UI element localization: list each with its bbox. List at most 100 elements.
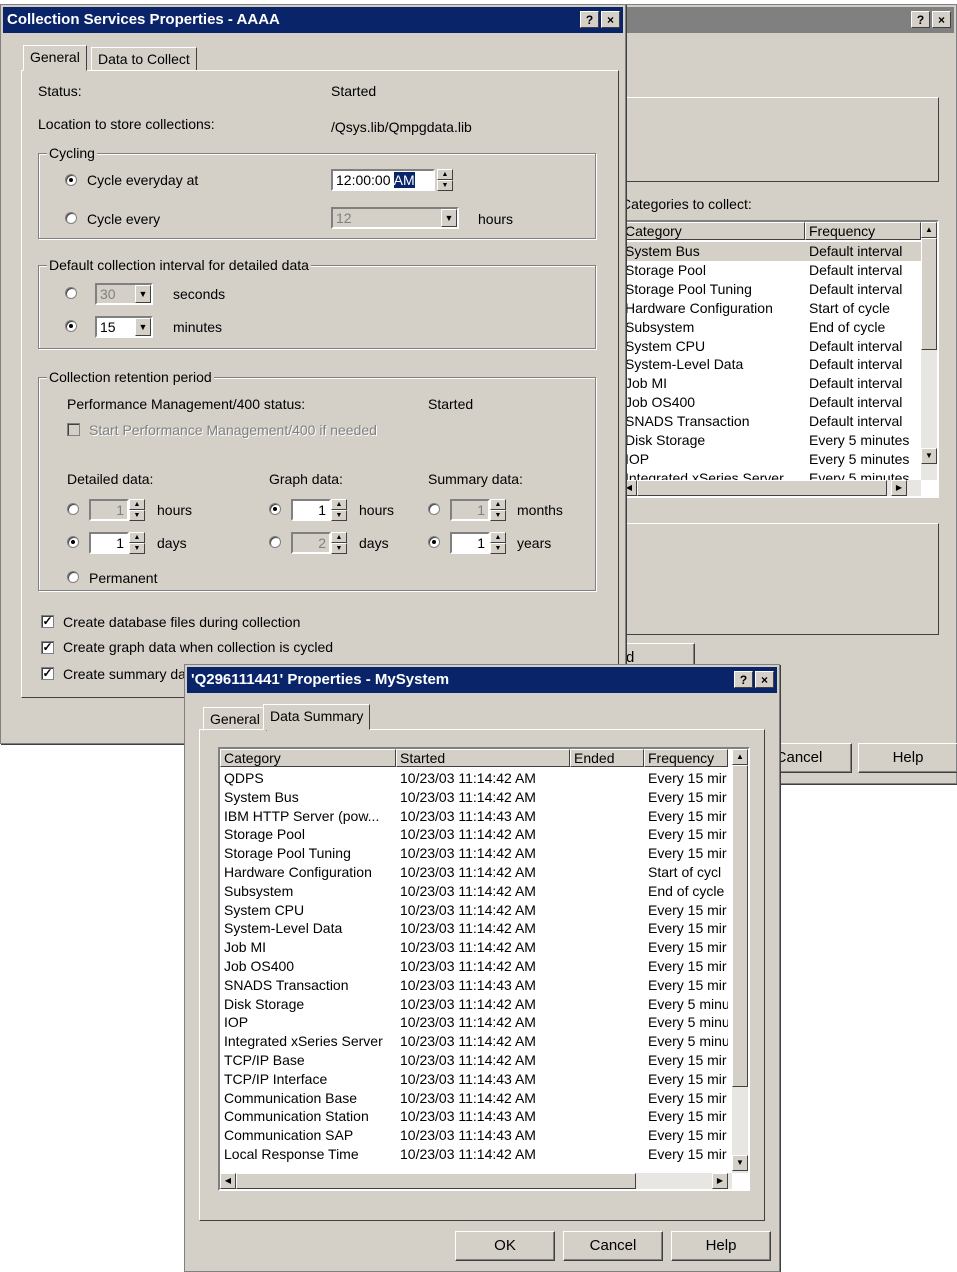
categories-vertical-scrollbar[interactable]: ▲ ▼ xyxy=(921,222,937,480)
scroll-right-icon[interactable]: ▶ xyxy=(712,1173,728,1189)
create-graph-checkbox[interactable]: ✓ xyxy=(41,641,54,654)
scroll-thumb[interactable] xyxy=(732,765,748,1087)
start-pm-checkbox[interactable] xyxy=(67,423,80,436)
graph-days-field[interactable]: 2 xyxy=(291,532,331,554)
table-row[interactable]: Local Response Time 10/23/03 11:14:42 AM E… xyxy=(220,1145,732,1164)
close-icon[interactable]: × xyxy=(932,11,951,28)
table-row[interactable]: System CPU 10/23/03 11:14:42 AM Every 15 m… xyxy=(220,901,732,920)
ok-button[interactable]: OK xyxy=(455,1231,555,1261)
graph-days-radio[interactable] xyxy=(269,536,281,548)
summary-vertical-scrollbar[interactable]: ▲ ▼ xyxy=(732,749,748,1173)
column-header-ended[interactable]: Ended xyxy=(570,749,644,767)
horizontal-scroll-thumb[interactable] xyxy=(637,480,887,496)
detailed-days-field[interactable]: 1 xyxy=(89,532,129,554)
summary-horizontal-scrollbar[interactable]: ◀ ▶ xyxy=(220,1173,732,1189)
help-title-button[interactable]: ? xyxy=(911,11,930,28)
cycle-every-dropdown[interactable]: 12 ▼ xyxy=(331,207,459,229)
detailed-days-radio[interactable] xyxy=(67,536,79,548)
spin-down-icon[interactable]: ▼ xyxy=(331,543,347,554)
scroll-down-icon[interactable]: ▼ xyxy=(921,448,937,464)
interval-minutes-radio[interactable] xyxy=(65,320,77,332)
interval-minutes-dropdown[interactable]: 15 ▼ xyxy=(95,316,153,338)
cycle-time-spinner[interactable]: ▲ ▼ xyxy=(437,169,453,191)
help-title-button[interactable]: ? xyxy=(734,671,753,688)
table-row[interactable]: System Bus 10/23/03 11:14:42 AM Every 15 m… xyxy=(220,788,732,807)
spin-down-icon[interactable]: ▼ xyxy=(129,543,145,554)
spin-up-icon[interactable]: ▲ xyxy=(437,169,453,180)
scroll-up-icon[interactable]: ▲ xyxy=(921,222,937,238)
cycle-everyday-radio[interactable] xyxy=(65,174,77,186)
list-item[interactable]: System CPU Default interval xyxy=(621,337,921,356)
list-item[interactable]: Job MI Default interval xyxy=(621,374,921,393)
summary-years-field[interactable]: 1 xyxy=(450,532,490,554)
scroll-left-icon[interactable]: ◀ xyxy=(220,1173,236,1189)
categories-list[interactable]: Category Frequency System Bus Default int… xyxy=(619,220,939,498)
column-header-category[interactable]: Category xyxy=(220,749,396,767)
permanent-radio[interactable] xyxy=(67,571,79,583)
spin-down-icon[interactable]: ▼ xyxy=(129,510,145,521)
column-header-category[interactable]: Category xyxy=(621,222,805,240)
spin-down-icon[interactable]: ▼ xyxy=(331,510,347,521)
table-row[interactable]: System-Level Data 10/23/03 11:14:42 AM Eve… xyxy=(220,919,732,938)
list-item[interactable]: IOP Every 5 minutes xyxy=(621,450,921,469)
scroll-thumb[interactable] xyxy=(921,238,937,350)
list-item[interactable]: Subsystem End of cycle xyxy=(621,318,921,337)
cancel-button[interactable]: Cancel xyxy=(563,1231,663,1261)
table-row[interactable]: SNADS Transaction 10/23/03 11:14:43 AM Eve… xyxy=(220,976,732,995)
table-row[interactable]: Storage Pool 10/23/03 11:14:42 AM Every 15… xyxy=(220,825,732,844)
spin-up-icon[interactable]: ▲ xyxy=(129,499,145,510)
horizontal-scroll-thumb[interactable] xyxy=(236,1173,636,1189)
table-row[interactable]: Job MI 10/23/03 11:14:42 AM Every 15 mir xyxy=(220,938,732,957)
list-item[interactable]: SNADS Transaction Default interval xyxy=(621,412,921,431)
graph-hours-field[interactable]: 1 xyxy=(291,499,331,521)
table-row[interactable]: Communication Station 10/23/03 11:14:43 A… xyxy=(220,1107,732,1126)
graph-days-spinner[interactable]: ▲ ▼ xyxy=(331,532,347,554)
create-summary-checkbox[interactable]: ✓ xyxy=(41,667,54,680)
list-item[interactable]: Job OS400 Default interval xyxy=(621,393,921,412)
list-item[interactable]: System Bus Default interval xyxy=(621,242,921,261)
table-row[interactable]: TCP/IP Interface 10/23/03 11:14:43 AM Ever… xyxy=(220,1070,732,1089)
table-row[interactable]: Disk Storage 10/23/03 11:14:42 AM Every 5 … xyxy=(220,995,732,1014)
table-row[interactable]: Integrated xSeries Server 10/23/03 11:14:… xyxy=(220,1032,732,1051)
close-icon[interactable]: × xyxy=(755,671,774,688)
column-header-frequency[interactable]: Frequency xyxy=(644,749,728,767)
summary-years-radio[interactable] xyxy=(428,536,440,548)
summary-months-spinner[interactable]: ▲ ▼ xyxy=(490,499,506,521)
help-button[interactable]: Help xyxy=(671,1231,771,1261)
summary-months-field[interactable]: 1 xyxy=(450,499,490,521)
categories-horizontal-scrollbar[interactable]: ◀ ▶ xyxy=(621,480,921,496)
graph-hours-radio[interactable] xyxy=(269,503,281,515)
tab-data-to-collect[interactable]: Data to Collect xyxy=(91,47,197,71)
detailed-hours-spinner[interactable]: ▲ ▼ xyxy=(129,499,145,521)
table-row[interactable]: QDPS 10/23/03 11:14:42 AM Every 15 mir xyxy=(220,769,732,788)
chevron-down-icon[interactable]: ▼ xyxy=(135,318,151,336)
detailed-days-spinner[interactable]: ▲ ▼ xyxy=(129,532,145,554)
list-item[interactable]: Hardware Configuration Start of cycle xyxy=(621,299,921,318)
close-icon[interactable]: × xyxy=(601,11,620,28)
column-header-frequency[interactable]: Frequency xyxy=(805,222,921,240)
cycle-every-radio[interactable] xyxy=(65,212,77,224)
create-db-checkbox[interactable]: ✓ xyxy=(41,615,54,628)
back-help-button[interactable]: Help xyxy=(858,743,957,773)
table-row[interactable]: IBM HTTP Server (pow... 10/23/03 11:14:43… xyxy=(220,807,732,826)
table-row[interactable]: Communication SAP 10/23/03 11:14:43 AM Eve… xyxy=(220,1126,732,1145)
interval-seconds-dropdown[interactable]: 30 ▼ xyxy=(95,283,153,305)
table-row[interactable]: Subsystem 10/23/03 11:14:42 AM End of cycl… xyxy=(220,882,732,901)
detailed-hours-radio[interactable] xyxy=(67,503,79,515)
column-header-started[interactable]: Started xyxy=(396,749,570,767)
summary-years-spinner[interactable]: ▲ ▼ xyxy=(490,532,506,554)
spin-up-icon[interactable]: ▲ xyxy=(129,532,145,543)
table-row[interactable]: Storage Pool Tuning 10/23/03 11:14:42 AM E… xyxy=(220,844,732,863)
scroll-up-icon[interactable]: ▲ xyxy=(732,749,748,765)
chevron-down-icon[interactable]: ▼ xyxy=(441,209,457,227)
spin-up-icon[interactable]: ▲ xyxy=(490,532,506,543)
list-item[interactable]: Storage Pool Default interval xyxy=(621,261,921,280)
table-row[interactable]: IOP 10/23/03 11:14:42 AM Every 5 minu xyxy=(220,1013,732,1032)
chevron-down-icon[interactable]: ▼ xyxy=(135,285,151,303)
table-row[interactable]: Communication Base 10/23/03 11:14:42 AM Ev… xyxy=(220,1089,732,1108)
scroll-right-icon[interactable]: ▶ xyxy=(891,480,907,496)
tab-data-summary[interactable]: Data Summary xyxy=(263,704,371,730)
scroll-down-icon[interactable]: ▼ xyxy=(732,1155,748,1171)
graph-hours-spinner[interactable]: ▲ ▼ xyxy=(331,499,347,521)
table-row[interactable]: Hardware Configuration 10/23/03 11:14:42 … xyxy=(220,863,732,882)
